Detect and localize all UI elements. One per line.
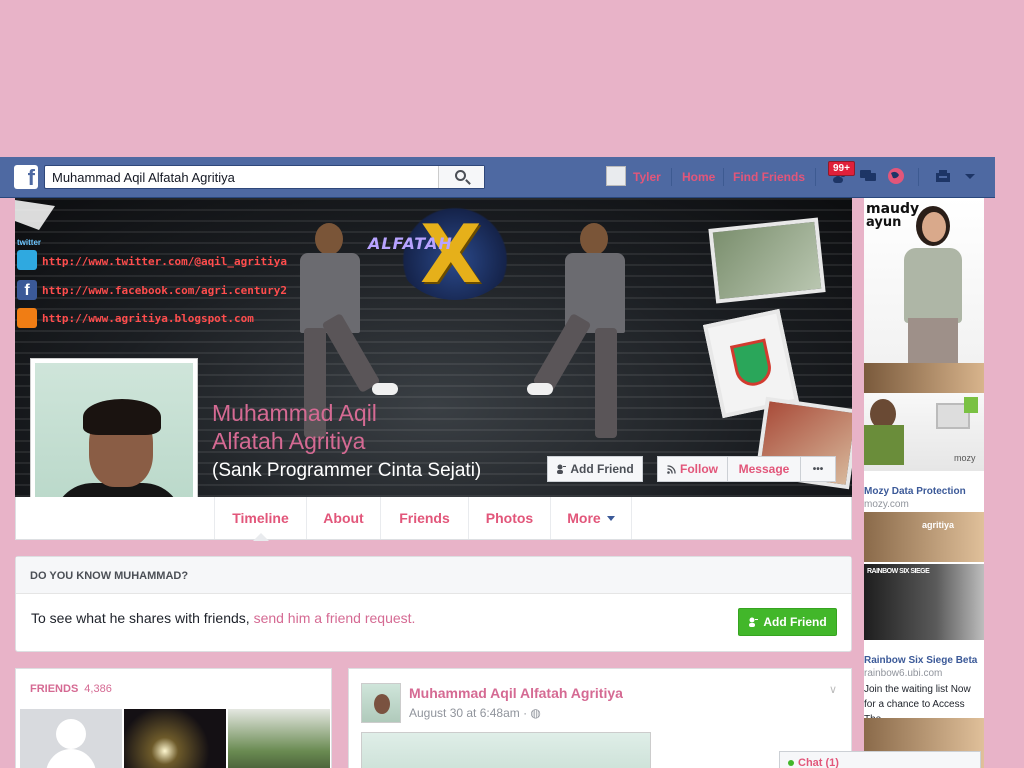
follow-button[interactable]: Follow	[657, 456, 728, 482]
message-label: Message	[738, 462, 790, 476]
add-friend-green-button[interactable]: Add Friend	[738, 608, 837, 636]
facebook-url: http://www.facebook.com/agri.century2	[42, 284, 288, 297]
logo-letter: X	[420, 208, 482, 301]
privacy-shortcuts-icon[interactable]	[934, 167, 952, 185]
mozy-ad-domain: mozy.com	[864, 499, 909, 510]
prompt-text: To see what he shares with friends, send…	[31, 610, 416, 626]
search-input[interactable]: Muhammad Aqil Alfatah Agritiya	[44, 165, 485, 189]
maudy-ad-image[interactable]: maudy ayun	[864, 198, 984, 363]
message-button[interactable]: Message	[727, 456, 801, 482]
chat-tab[interactable]: Chat (1)	[779, 751, 981, 768]
divider	[723, 168, 724, 186]
add-friend-button[interactable]: Add Friend	[547, 456, 643, 482]
facebook-icon: f	[17, 280, 37, 300]
sponsored-ads-column: maudy ayun mozy Mozy Data Protection moz…	[864, 198, 984, 768]
facebook-logo-icon[interactable]: f	[14, 165, 38, 190]
tab-photos[interactable]: Photos	[468, 497, 550, 539]
friend-thumbnail[interactable]	[124, 709, 226, 768]
rss-icon	[17, 308, 37, 328]
post-timestamp[interactable]: August 30 at 6:48am · ◍	[409, 706, 541, 720]
prompt-heading: DO YOU KNOW MUHAMMAD?	[16, 557, 851, 594]
active-tab-pointer	[253, 533, 269, 541]
twitter-label: twitter	[17, 238, 41, 247]
mozy-logo-text: mozy	[954, 453, 976, 463]
divider	[918, 168, 919, 186]
timeline-post: Muhammad Aqil Alfatah Agritiya August 30…	[348, 668, 852, 768]
friend-thumbnail[interactable]	[20, 709, 122, 768]
messages-icon[interactable]	[859, 167, 877, 185]
search-button[interactable]	[438, 166, 484, 188]
home-link[interactable]: Home	[682, 170, 715, 184]
add-friend-icon	[749, 617, 759, 627]
divider	[815, 168, 816, 186]
chevron-down-icon	[606, 515, 615, 521]
post-options-chevron-icon[interactable]: ∨	[829, 683, 837, 696]
notifications-globe-icon[interactable]	[887, 167, 905, 185]
friends-box: FRIENDS 4,386	[15, 668, 332, 768]
rainbow-six-ad-image[interactable]: RAINBOW SIX SIEGE	[864, 564, 984, 640]
search-value[interactable]: Muhammad Aqil Alfatah Agritiya	[52, 170, 235, 185]
cover-collage-photo	[708, 217, 826, 304]
mozy-ad-title[interactable]: Mozy Data Protection	[864, 486, 984, 497]
tab-more[interactable]: More	[550, 497, 632, 539]
post-author-name[interactable]: Muhammad Aqil Alfatah Agritiya	[409, 685, 623, 701]
fighter-figure-right	[525, 223, 635, 453]
send-friend-request-link[interactable]: send him a friend request.	[254, 610, 416, 626]
globe-icon: ◍	[530, 706, 541, 720]
profile-name-line2[interactable]: Alfatah Agritiya	[212, 427, 365, 455]
twitter-url: http://www.twitter.com/@aqil_agritiya	[42, 255, 288, 268]
follow-label: Follow	[680, 462, 718, 476]
post-author-avatar[interactable]	[361, 683, 401, 723]
search-icon	[455, 170, 466, 181]
find-friends-link[interactable]: Find Friends	[733, 170, 805, 184]
rainbow-six-ad-domain: rainbow6.ubi.com	[864, 668, 943, 679]
divider	[671, 168, 672, 186]
user-avatar[interactable]	[606, 166, 626, 186]
twitter-icon	[17, 250, 37, 270]
notification-badge: 99+	[828, 161, 855, 176]
friend-thumbnail[interactable]	[228, 709, 330, 768]
blog-url: http://www.agritiya.blogspot.com	[42, 312, 254, 325]
mozy-ad-image[interactable]: mozy	[864, 393, 984, 471]
more-options-icon: •••	[812, 463, 824, 475]
friends-title[interactable]: FRIENDS 4,386	[30, 683, 112, 695]
add-friend-label: Add Friend	[570, 462, 634, 476]
agritiya-ad-image[interactable]: agritiya	[864, 512, 984, 562]
friends-count: 4,386	[84, 683, 112, 695]
profile-tab-bar: Timeline About Friends Photos More	[15, 497, 852, 540]
post-photo[interactable]	[361, 732, 651, 768]
friend-request-prompt: DO YOU KNOW MUHAMMAD? To see what he sha…	[15, 556, 852, 652]
add-friend-icon	[557, 464, 567, 474]
rainbow-six-ad-title[interactable]: Rainbow Six Siege Beta	[864, 655, 984, 666]
profile-name-line1[interactable]: Muhammad Aqil	[212, 399, 377, 427]
profile-nickname: (Sank Programmer Cinta Sejati)	[212, 460, 482, 481]
more-options-button[interactable]: •••	[800, 456, 836, 482]
tab-friends[interactable]: Friends	[380, 497, 468, 539]
tab-about[interactable]: About	[306, 497, 380, 539]
online-status-icon	[788, 760, 794, 766]
profile-link[interactable]: Tyler	[633, 170, 661, 184]
account-menu-caret-icon[interactable]	[961, 167, 979, 185]
rainbow-six-logo-text: RAINBOW SIX SIEGE	[867, 568, 930, 575]
ad-image-strip	[864, 363, 984, 393]
top-navigation-bar: f Muhammad Aqil Alfatah Agritiya Tyler H…	[0, 157, 995, 198]
follow-rss-icon	[667, 464, 676, 474]
